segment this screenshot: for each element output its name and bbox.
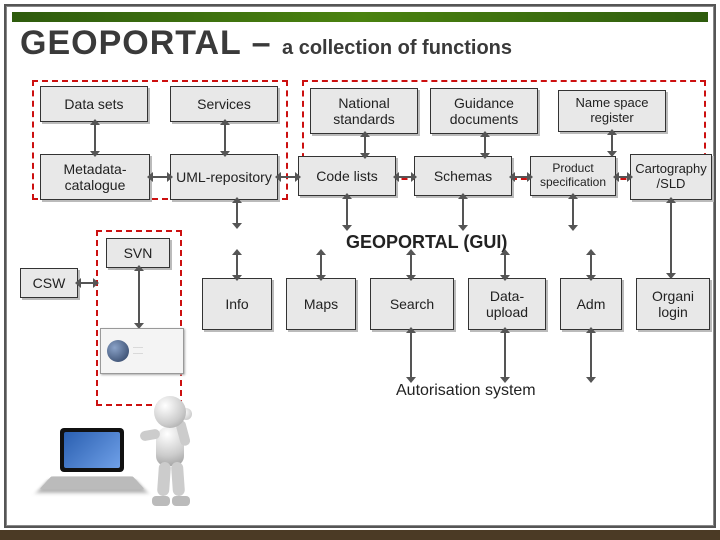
arrow-v-codelists-gui [346,198,348,226]
arrow-h-metadata-uml [152,176,168,178]
laptop-icon [32,428,142,498]
logo-text: ·········· [133,345,143,357]
box-schemas: Schemas [414,156,512,196]
gui-section-title: GEOPORTAL (GUI) [346,232,507,253]
arrow-v-title-info [236,254,238,276]
bottom-color-bar [0,530,720,540]
arrow-v-cartography-gui [670,202,672,274]
arrow-v-schemas-gui [462,198,464,226]
authorisation-label: Autorisation system [396,382,536,400]
arrow-v-title-maps [320,254,322,276]
arrow-v-search-auth [410,332,412,378]
globe-icon [107,340,129,362]
title-main: GEOPORTAL – [20,24,272,62]
box-maps: Maps [286,278,356,330]
box-info: Info [202,278,272,330]
box-adm: Adm [560,278,622,330]
box-services: Services [170,86,278,122]
slide-title: GEOPORTAL – a collection of functions [20,24,512,63]
box-national-standards: National standards [310,88,418,134]
box-data-sets: Data sets [40,86,148,122]
arrow-v-svn-logo [138,270,140,324]
arrow-v-title-search [410,254,412,276]
arrow-v-title-adm [590,254,592,276]
arrow-v-namespace-product [611,134,613,152]
box-csw: CSW [20,268,78,298]
arrow-v-services-uml [224,124,226,152]
box-organi-login: Organi login [636,278,710,330]
box-data-upload: Data-upload [468,278,546,330]
box-code-lists: Code lists [298,156,396,196]
box-uml-repository: UML-repository [170,154,278,200]
arrow-v-product-gui [572,198,574,226]
box-cartography-sld: Cartography /SLD [630,154,712,200]
box-metadata-catalogue: Metadata-catalogue [40,154,150,200]
box-search: Search [370,278,454,330]
box-svn: SVN [106,238,170,268]
slide-frame: GEOPORTAL – a collection of functions Da… [4,4,716,528]
box-guidance-documents: Guidance documents [430,88,538,134]
arrow-v-datasets-metadata [94,124,96,152]
box-product-specification: Product specification [530,156,616,196]
title-subtitle: a collection of functions [282,37,512,59]
arrow-v-uml-gui [236,202,238,224]
arrow-h-uml-codelists [280,176,296,178]
arrow-h-schemas-product [514,176,528,178]
box-namespace-register: Name space register [558,90,666,132]
arrow-v-natstd-codelists [364,136,366,154]
arrow-v-guidance-schemas [484,136,486,154]
arrow-h-codelists-schemas [398,176,412,178]
arrow-v-title-upload [504,254,506,276]
logo-card: ·········· [100,328,184,374]
arrow-h-csw-svn [80,282,94,284]
arrow-v-adm-auth [590,332,592,378]
arrow-h-product-cartography [618,176,628,178]
top-color-bar [12,12,708,22]
arrow-v-upload-auth [504,332,506,378]
person-icon [136,396,206,506]
